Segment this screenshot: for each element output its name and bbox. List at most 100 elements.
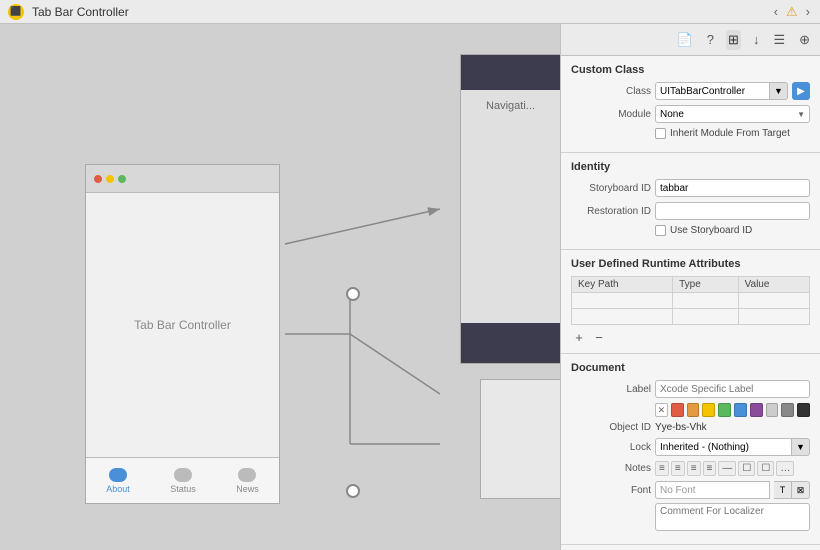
swatch-dark-gray[interactable] [797,403,810,417]
lock-input-group: Inherited - (Nothing) ▼ [655,438,810,456]
class-input[interactable]: UITabBarController [655,82,770,100]
remove-attr-btn[interactable]: − [591,329,607,345]
plus-circle-icon[interactable]: ⊕ [797,30,812,50]
module-select[interactable]: None ▼ [655,105,810,123]
swatch-light-gray[interactable] [766,403,779,417]
notes-dash-btn[interactable]: — [718,461,736,476]
notes-box1-btn[interactable]: ☐ [738,461,755,476]
tab-label-about: About [106,484,130,494]
nav-partial-label: Navigati... [461,100,560,112]
nav-next-btn[interactable]: › [804,4,812,19]
notes-box2-btn[interactable]: ☐ [757,461,774,476]
inspector-panel: 📄 ? ⊞ ↓ ☰ ⊕ Custom Class Class UITabBarC… [560,24,820,550]
nav-buttons: ‹ ⚠ › [772,4,812,20]
tab-item-news[interactable]: News [236,468,259,494]
add-attr-btn[interactable]: + [571,329,587,345]
lock-label: Lock [571,442,651,453]
file-icon[interactable]: 📄 [675,30,695,50]
inherit-module-checkbox[interactable] [655,128,666,139]
lock-row: Lock Inherited - (Nothing) ▼ [571,438,810,456]
identity-section: Identity Storyboard ID tabbar Restoratio… [561,153,820,250]
title-bar: ⬛ Tab Bar Controller ‹ ⚠ › [0,0,820,24]
table-row [572,309,810,325]
lock-input[interactable]: Inherited - (Nothing) [655,438,792,456]
udra-title: User Defined Runtime Attributes [571,258,810,270]
col-keypath: Key Path [572,277,673,293]
class-row: Class UITabBarController ▼ ▶ [571,82,810,100]
module-select-arrow: ▼ [797,110,805,119]
class-action-btn[interactable]: ▶ [792,82,810,100]
custom-class-section: Custom Class Class UITabBarController ▼ … [561,56,820,153]
swatch-green[interactable] [718,403,731,417]
swatch-orange[interactable] [687,403,700,417]
inherit-module-label: Inherit Module From Target [670,128,790,139]
font-input[interactable]: No Font [655,481,770,499]
comment-textarea[interactable] [655,503,810,531]
font-btn-group: T ⊠ [774,481,810,499]
notes-align-justify-btn[interactable]: ≡ [703,461,717,476]
attr-table: Key Path Type Value [571,276,810,325]
swatch-purple[interactable] [750,403,763,417]
object-id-row: Object ID Yye-bs-Vhk [571,422,810,433]
module-row: Module None ▼ [571,105,810,123]
tab-bar-controller-frame: Tab Bar Controller About Status News [85,164,280,504]
window-controls [94,175,126,183]
help-icon[interactable]: ? [705,30,716,49]
tab-item-about[interactable]: About [106,468,130,494]
nav-partial-frame: Navigati... [460,54,560,364]
restoration-id-input[interactable] [655,202,810,220]
use-storyboard-id-checkbox[interactable] [655,225,666,236]
lock-btn[interactable]: ▼ [792,438,810,456]
connector-1 [346,287,360,301]
tab-icon-status [174,468,192,482]
notes-label: Notes [571,463,651,474]
tbc-title-bar [86,165,279,193]
notes-align-center-btn[interactable]: ≡ [671,461,685,476]
label-row: Label [571,380,810,398]
table-row [572,293,810,309]
font-type-btn[interactable]: T [774,481,792,499]
font-row: Font No Font T ⊠ [571,481,810,499]
restoration-id-row: Restoration ID [571,202,810,220]
object-id-value: Yye-bs-Vhk [655,422,707,433]
close-dot [94,175,102,183]
swatch-blue[interactable] [734,403,747,417]
canvas-area[interactable]: Tab Bar Controller About Status News [0,24,560,550]
swatch-red[interactable] [671,403,684,417]
maximize-dot [118,175,126,183]
swatch-clear[interactable]: ✕ [655,403,668,417]
module-label: Module [571,109,651,120]
label-input[interactable] [655,380,810,398]
class-btn[interactable]: ▼ [770,82,788,100]
swatch-mid-gray[interactable] [781,403,794,417]
notes-align-right-btn[interactable]: ≡ [687,461,701,476]
restoration-id-label: Restoration ID [571,206,651,217]
notes-toolbar: ≡ ≡ ≡ ≡ — ☐ ☐ … [655,461,810,476]
object-id-label: Object ID [571,422,651,433]
app-icon: ⬛ [8,4,24,20]
nav-prev-btn[interactable]: ‹ [772,4,780,19]
comment-row [571,503,810,531]
list-icon[interactable]: ☰ [771,30,787,50]
udra-section: User Defined Runtime Attributes Key Path… [561,250,820,354]
storyboard-id-row: Storyboard ID tabbar [571,179,810,197]
storyboard-id-label: Storyboard ID [571,183,651,194]
tab-icon-news [238,468,256,482]
warn-icon[interactable]: ⚠ [784,4,800,20]
notes-align-left-btn[interactable]: ≡ [655,461,669,476]
storyboard-id-input[interactable]: tabbar [655,179,810,197]
tab-icon-about [109,468,127,482]
swatch-yellow[interactable] [702,403,715,417]
grid-icon[interactable]: ⊞ [726,30,741,50]
font-stepper-btn[interactable]: ⊠ [792,481,810,499]
font-field-label: Font [571,485,651,496]
document-section: Document Label ✕ Object ID [561,354,820,545]
color-swatch-row: ✕ [571,403,810,417]
tab-item-status[interactable]: Status [170,468,196,494]
tbc-body: Tab Bar Controller [86,193,279,457]
notes-more-btn[interactable]: … [776,461,794,476]
minimize-dot [106,175,114,183]
label-field-label: Label [571,384,651,395]
custom-class-title: Custom Class [571,64,810,76]
download-icon[interactable]: ↓ [751,30,762,49]
